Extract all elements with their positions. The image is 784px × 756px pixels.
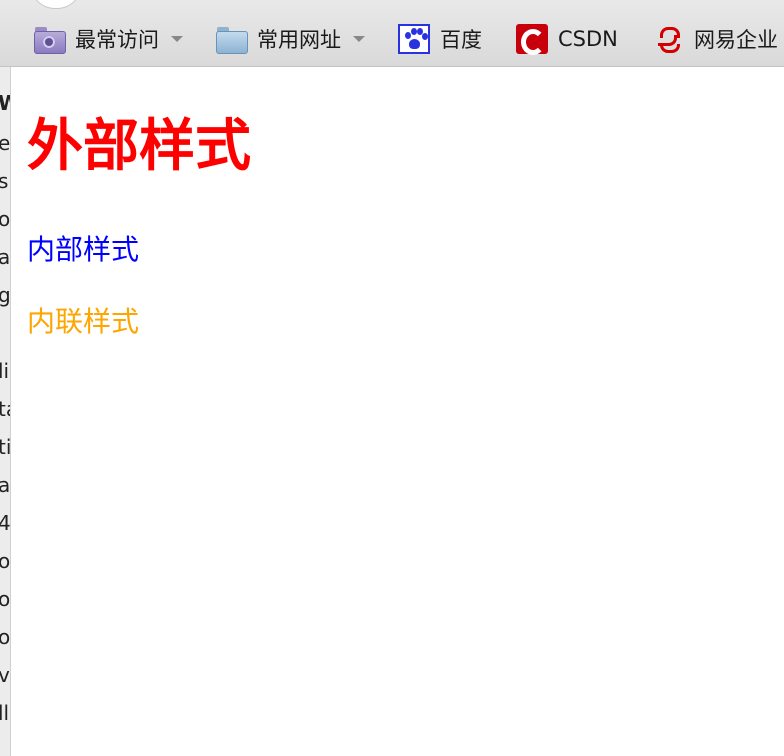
background-text-fragment: W <box>0 92 10 114</box>
bookmark-label: 常用网址 <box>257 28 341 52</box>
background-text-fragment: s <box>0 170 8 192</box>
background-text-fragment: o <box>0 208 10 230</box>
bookmark-folder-common-sites[interactable]: 常用网址 <box>215 22 365 56</box>
bookmark-netease[interactable]: 网易企业 <box>652 22 778 56</box>
browser-page: rc W e s o a g li ta ti a 4 o o os vi ll… <box>0 0 784 756</box>
background-text-fragment: ti <box>0 435 11 459</box>
background-window-strip: rc W e s o a g li ta ti a 4 o o os vi ll <box>0 0 11 756</box>
background-text-fragment: ta <box>0 398 10 420</box>
background-text-fragment: vi <box>0 664 10 686</box>
netease-icon <box>652 24 684 54</box>
bookmark-label: 网易企业 <box>694 28 778 52</box>
background-text-fragment: a <box>0 246 10 268</box>
internal-style-paragraph: 内部样式 <box>27 233 140 266</box>
toolbar-button-edge[interactable] <box>30 0 82 9</box>
bookmark-folder-most-visited[interactable]: 最常访问 <box>33 22 183 56</box>
bookmark-label: 最常访问 <box>75 28 159 52</box>
bookmark-label: CSDN <box>558 27 618 51</box>
background-text-fragment: os <box>0 626 10 648</box>
background-text-fragment: o <box>0 588 10 610</box>
chevron-down-icon <box>353 36 365 42</box>
background-text-fragment: o <box>0 550 10 572</box>
bookmarks-toolbar: 最常访问 常用网址 百度 CSDN 网易企业 <box>0 0 784 67</box>
background-text-fragment: ll <box>0 701 10 725</box>
inline-style-paragraph: 内联样式 <box>27 305 140 338</box>
background-text-fragment: 4 <box>0 512 10 534</box>
chevron-down-icon <box>171 36 183 42</box>
background-text-fragment: g <box>0 284 10 306</box>
baidu-paw-icon <box>398 24 430 54</box>
background-text-fragment: e <box>0 132 10 154</box>
background-text-fragment: li <box>0 359 10 383</box>
bookmark-label: 百度 <box>440 28 482 52</box>
external-style-heading: 外部样式 <box>27 114 251 179</box>
background-text-fragment: a <box>0 474 10 496</box>
csdn-icon <box>516 24 548 55</box>
bookmark-csdn[interactable]: CSDN <box>516 22 618 56</box>
folder-icon <box>215 24 248 54</box>
bookmark-baidu[interactable]: 百度 <box>398 22 482 56</box>
folder-gear-icon <box>33 24 66 54</box>
